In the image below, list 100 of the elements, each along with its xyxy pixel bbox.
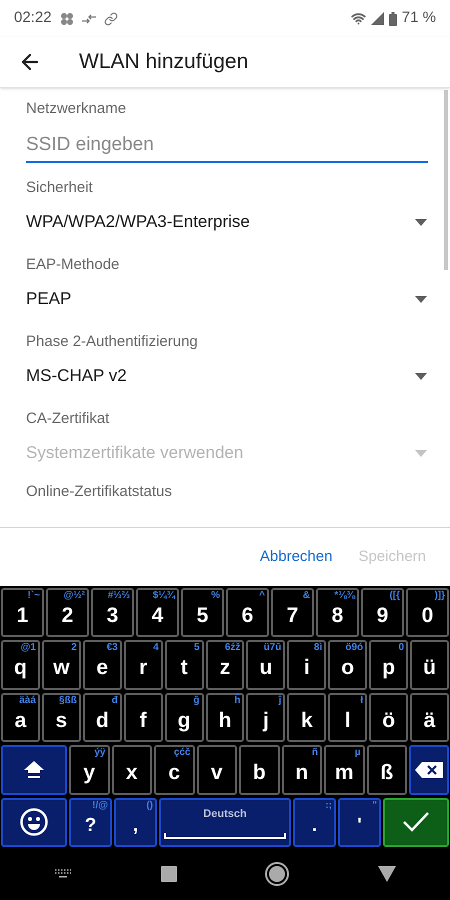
keyboard-icon <box>54 869 72 879</box>
key-hint: äàá <box>19 694 36 707</box>
smiley-icon <box>20 808 48 836</box>
key-label: x <box>126 760 138 786</box>
key[interactable]: @1 q <box>1 640 40 690</box>
dropdown[interactable]: MS-CHAP v2 <box>26 363 428 389</box>
key-label: 9 <box>376 602 388 629</box>
key[interactable]: ^ 6 <box>226 588 269 638</box>
battery-level: 71 % <box>402 8 436 28</box>
shift-key[interactable] <box>1 745 67 795</box>
key-hint: 5 <box>194 642 200 654</box>
key[interactable]: b <box>239 745 280 795</box>
key[interactable]: ğ g <box>164 692 204 742</box>
key[interactable]: x <box>112 745 152 795</box>
key[interactable]: !/@ ? <box>69 798 112 848</box>
key[interactable]: ([{ 9 <box>361 588 404 638</box>
key[interactable]: @½² 2 <box>46 588 89 638</box>
key[interactable]: 6źž z <box>206 640 244 690</box>
key-label: 7 <box>286 602 298 629</box>
input-field[interactable]: SSID eingeben <box>26 130 428 163</box>
square-icon <box>160 866 177 882</box>
key[interactable]: )]} 0 <box>406 588 449 638</box>
key-label: l <box>344 708 351 734</box>
key[interactable]: đ d <box>82 692 122 742</box>
key[interactable]: 8ì i <box>287 640 326 690</box>
key[interactable]: ł l <box>328 692 368 742</box>
key-label: j <box>262 708 269 734</box>
key[interactable]: k <box>287 692 326 742</box>
key[interactable]: §ßß s <box>42 692 81 742</box>
key[interactable]: ö <box>369 692 408 742</box>
signal-icon <box>370 12 384 25</box>
key-label: n <box>295 760 308 786</box>
key-label: g <box>178 708 190 734</box>
key-label: h <box>218 708 232 734</box>
key-hint: ñ <box>312 747 318 760</box>
key-label: q <box>14 655 27 682</box>
key-label: u <box>259 655 272 682</box>
key-hint: ö9ó <box>345 642 364 654</box>
key[interactable]: *⅛⅜ 8 <box>316 588 359 638</box>
dialog-button[interactable]: Abbrechen <box>260 546 332 568</box>
key[interactable]: ñ n <box>282 745 322 795</box>
key[interactable]: $¼¾ 4 <box>136 588 179 638</box>
key[interactable]: % 5 <box>181 588 224 638</box>
key-label: ö <box>382 708 396 734</box>
key[interactable]: #⅓⅔ 3 <box>91 588 134 638</box>
key[interactable]: " ' <box>338 798 381 848</box>
key[interactable]: ß <box>366 745 407 795</box>
key[interactable]: 0 p <box>369 640 408 690</box>
key[interactable]: çćč c <box>154 745 194 795</box>
flower-icon <box>60 12 74 26</box>
field-label: CA-Zertifikat <box>26 410 110 428</box>
key[interactable]: f <box>124 692 163 742</box>
caret-icon <box>415 450 427 456</box>
key-hint: @1 <box>20 642 36 654</box>
key[interactable]: 4 r <box>124 640 163 690</box>
backspace-key[interactable] <box>409 745 449 795</box>
key[interactable]: ä <box>410 692 449 742</box>
triangle-icon <box>378 866 396 882</box>
field-label: Sicherheit <box>26 179 94 197</box>
emoji-key[interactable] <box>1 798 67 848</box>
key-label: f <box>140 708 147 734</box>
key-hint: () <box>146 800 153 812</box>
key[interactable]: ü7ū u <box>246 640 286 690</box>
key[interactable]: ö9ó o <box>328 640 368 690</box>
key-hint: *⅛⅜ <box>334 590 355 602</box>
key[interactable]: :; . <box>293 798 336 848</box>
key-hint: đ <box>112 694 118 707</box>
key-label: 4 <box>152 602 164 629</box>
field-label: Netzwerkname <box>26 99 128 119</box>
key-label: e <box>96 655 108 682</box>
shift-icon <box>24 760 44 779</box>
dropdown[interactable]: WPA/WPA2/WPA3-Enterprise <box>26 209 428 235</box>
key[interactable]: ýÿ y <box>69 745 110 795</box>
key-label: b <box>252 760 266 786</box>
key-hint: ([{ <box>389 590 400 602</box>
key-label: k <box>300 708 313 734</box>
key[interactable]: ü <box>410 640 449 690</box>
key-hint: ł <box>360 694 364 707</box>
key-hint: :; <box>325 800 332 812</box>
key-label: t <box>180 655 188 682</box>
key[interactable]: 2 w <box>42 640 81 690</box>
key[interactable]: ĥ h <box>206 692 244 742</box>
key-label: d <box>96 708 109 734</box>
key[interactable]: & 7 <box>271 588 314 638</box>
key[interactable]: äàá a <box>1 692 40 742</box>
key[interactable]: ĵ j <box>246 692 286 742</box>
key[interactable]: !`~ 1 <box>1 588 44 638</box>
key-hint: !`~ <box>28 590 40 602</box>
key[interactable]: µ m <box>324 745 364 795</box>
key[interactable]: 5 t <box>164 640 204 690</box>
key[interactable]: €3 e <box>82 640 122 690</box>
key-hint: ýÿ <box>94 747 106 760</box>
key[interactable]: v <box>196 745 237 795</box>
key-label: ' <box>357 814 362 838</box>
enter-key[interactable] <box>383 798 449 848</box>
key-label: 2 <box>62 602 74 629</box>
dropdown[interactable]: PEAP <box>26 286 428 312</box>
space-key[interactable]: Deutsch <box>159 798 291 848</box>
link-icon <box>104 12 118 26</box>
key[interactable]: () , <box>114 798 157 848</box>
